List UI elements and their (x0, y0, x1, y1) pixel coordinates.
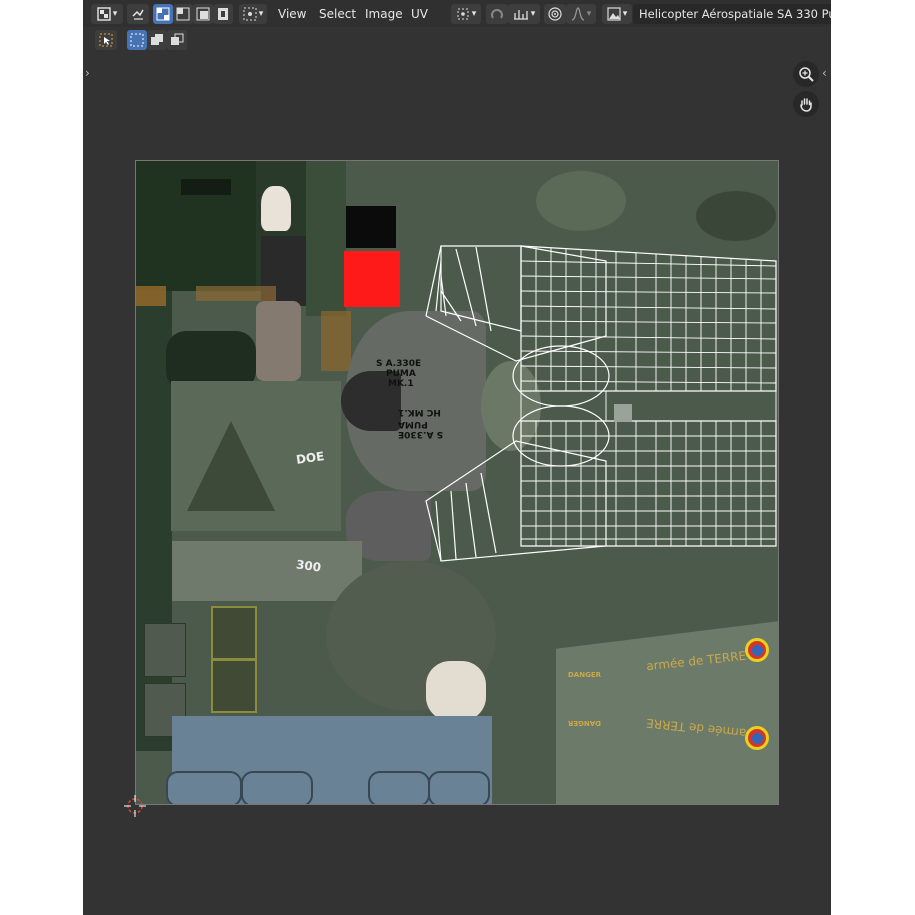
select-tool-button[interactable] (95, 30, 117, 50)
2d-cursor-icon[interactable] (124, 795, 146, 817)
pan-button[interactable] (793, 91, 819, 117)
zoom-button[interactable] (793, 61, 819, 87)
uv-editor: ▾ ▾ View Select Image UV ▾ ▾ ▾ ▾ Helicop… (83, 0, 831, 915)
image-browse-icon (607, 7, 621, 21)
image-browse-button[interactable]: ▾ (602, 4, 632, 24)
chevron-down-icon: ▾ (258, 9, 264, 19)
falloff-curve-icon (571, 7, 584, 21)
pivot-point-button[interactable]: ▾ (451, 4, 481, 24)
pivot-point-icon (457, 8, 469, 20)
chevron-down-icon: ▾ (622, 9, 628, 19)
snap-target-button[interactable]: ▾ (508, 4, 540, 24)
zoom-icon (799, 67, 814, 82)
subtract-selection-icon (171, 33, 184, 45)
hand-pan-icon (800, 98, 812, 112)
chevron-down-icon: ▾ (112, 9, 118, 19)
menu-image[interactable]: Image (362, 4, 406, 24)
tool-settings-row (83, 27, 831, 53)
sidebar-expand-icon[interactable]: ‹ (822, 66, 827, 80)
toolbar-expand-icon[interactable]: › (85, 66, 90, 80)
editor-type-button[interactable]: ▾ (91, 4, 123, 24)
set-selection-icon (130, 33, 144, 47)
uv-editor-icon (97, 7, 111, 21)
proportional-edit-icon (548, 7, 562, 21)
snap-toggle-button[interactable] (486, 4, 508, 24)
chevron-down-icon: ▾ (586, 9, 592, 19)
chevron-down-icon: ▾ (530, 9, 536, 19)
uv-texture-canvas[interactable]: S A.330E PUMA MK.1 HC MK.1 PUMA S A.330E… (135, 160, 779, 805)
chevron-down-icon: ▾ (471, 9, 477, 19)
image-name-field[interactable]: Helicopter Aérospatiale SA 330 Puma_ (633, 4, 831, 24)
edge-select-mode-button[interactable] (173, 4, 193, 24)
face-select-mode-button[interactable] (193, 4, 213, 24)
island-select-icon (218, 8, 228, 20)
sync-selection-icon (132, 9, 144, 20)
proportional-edit-button[interactable] (544, 4, 566, 24)
vertex-select-icon (156, 7, 170, 21)
mode-extend-button[interactable] (147, 30, 167, 50)
vertex-select-mode-button[interactable] (153, 4, 173, 24)
snap-target-icon (513, 10, 528, 20)
select-box-tool-icon (99, 33, 113, 47)
editor-header: ▾ ▾ View Select Image UV ▾ ▾ ▾ ▾ Helicop… (83, 0, 831, 27)
sticky-selection-button[interactable]: ▾ (239, 4, 267, 24)
snap-icon (491, 9, 503, 19)
edge-select-icon (176, 7, 190, 21)
menu-view[interactable]: View (275, 4, 309, 24)
island-select-mode-button[interactable] (213, 4, 233, 24)
mode-set-button[interactable] (127, 30, 147, 50)
menu-select[interactable]: Select (316, 4, 359, 24)
sticky-selection-icon (243, 7, 257, 21)
sync-selection-button[interactable] (127, 4, 149, 24)
menu-uv[interactable]: UV (408, 4, 431, 24)
falloff-button[interactable]: ▾ (566, 4, 596, 24)
face-select-icon (196, 7, 210, 21)
mode-subtract-button[interactable] (167, 30, 187, 50)
uv-mesh-wireframe (425, 245, 777, 562)
extend-selection-icon (151, 34, 163, 45)
